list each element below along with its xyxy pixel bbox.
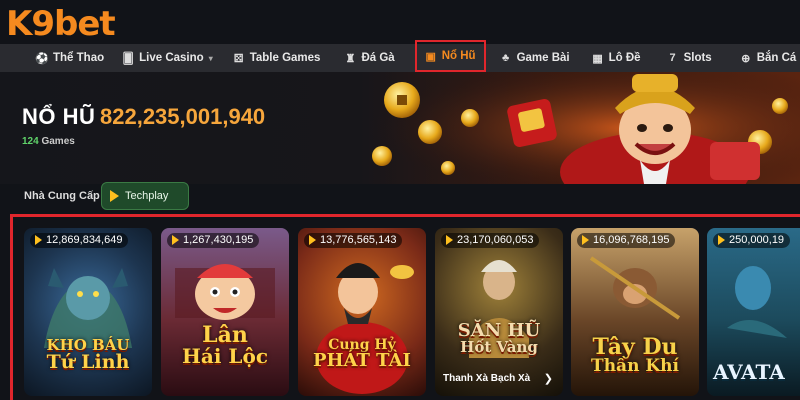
nav-item-label: Live Casino bbox=[139, 52, 204, 64]
game-title-line2: Hái Lộc bbox=[182, 344, 268, 368]
total-jackpot: 822,235,001,940 bbox=[100, 104, 266, 129]
game-title-line2: Hốt Vàng bbox=[460, 338, 538, 356]
nav-item-label: Thể Thao bbox=[53, 52, 105, 64]
header-bar: K9bet bbox=[0, 0, 800, 44]
chevron-down-icon: ▾ bbox=[208, 53, 213, 63]
nav-item-label: Đá Gà bbox=[361, 52, 395, 64]
provider-button-label: Techplay bbox=[125, 190, 169, 202]
game-title-line2: PHÁT TÀI bbox=[313, 350, 411, 371]
game-title: Tây Du Thần Khí bbox=[571, 336, 699, 375]
game-title-line1: Tây Du bbox=[592, 334, 678, 360]
nav-item-label: Lô Đề bbox=[608, 52, 641, 64]
techplay-logo-icon bbox=[110, 190, 119, 202]
nav-item-live-casino[interactable]: 🂠 Live Casino ▾ bbox=[110, 44, 219, 72]
game-title-line2: Tứ Linh bbox=[46, 351, 130, 373]
nav-item-label: Nổ Hũ bbox=[441, 50, 476, 62]
chevron-right-icon[interactable]: ❯ bbox=[544, 372, 553, 385]
warrior-artwork bbox=[469, 260, 529, 358]
games-count-suffix: Games bbox=[41, 136, 75, 147]
crosshair-icon: ⊕ bbox=[741, 52, 751, 65]
provider-techplay-button[interactable]: Techplay bbox=[101, 182, 189, 210]
game-title-line1: AVATA bbox=[713, 360, 785, 384]
soccer-ball-icon: ⚽ bbox=[35, 52, 49, 65]
nav-item-game-bai[interactable]: ♣ Game Bài bbox=[486, 44, 576, 72]
game-card-avatar[interactable]: 250,000,19 AVATA bbox=[707, 228, 800, 396]
game-card-lan-hai-loc[interactable]: 1,267,430,195 Lân Hái Lộc bbox=[161, 228, 289, 396]
games-count-number: 124 bbox=[22, 136, 39, 147]
nav-item-table-games[interactable]: ⚄ Table Games bbox=[219, 44, 327, 72]
game-title: Lân Hái Lộc bbox=[161, 324, 289, 366]
main-nav: ⚽ Thể Thao 🂠 Live Casino ▾ ⚄ Table Games… bbox=[0, 40, 800, 72]
game-subtitle: Thanh Xà Bạch Xà bbox=[443, 373, 531, 384]
game-jackpot-badge: 250,000,19 bbox=[713, 233, 791, 248]
game-card-san-hu-hot-vang[interactable]: 23,170,060,053 SĂN HŨ Hốt Vàng Thanh Xà … bbox=[435, 228, 563, 396]
game-title: AVATA bbox=[707, 362, 800, 382]
game-title: Cung Hỷ PHÁT TÀI bbox=[298, 338, 426, 370]
nav-item-lo-de[interactable]: ▦ Lô Đề bbox=[576, 44, 647, 72]
nav-item-slots[interactable]: 7 Slots bbox=[647, 44, 718, 72]
game-card-tay-du-than-khi[interactable]: 16,096,768,195 Tây Du Thần Khí bbox=[571, 228, 699, 396]
nav-item-ban-ca[interactable]: ⊕ Bắn Cá bbox=[718, 44, 800, 72]
nav-item-label: Slots bbox=[683, 52, 712, 64]
nav-item-label: Table Games bbox=[249, 52, 321, 64]
provider-label: Nhà Cung Cấp bbox=[24, 190, 100, 202]
lottery-icon: ▦ bbox=[592, 52, 603, 65]
brand-logo[interactable]: K9bet bbox=[6, 6, 116, 42]
game-title-line2: Thần Khí bbox=[591, 356, 679, 376]
game-card-cung-hy-phat-tai[interactable]: 13,776,565,143 Cung Hỷ PHÁT TÀI bbox=[298, 228, 426, 396]
nav-item-label: Bắn Cá bbox=[756, 52, 797, 64]
game-jackpot-badge: 23,170,060,053 bbox=[441, 233, 540, 248]
lion-dance-artwork bbox=[175, 264, 275, 320]
nav-item-label: Game Bài bbox=[516, 52, 570, 64]
game-title-line1: Lân bbox=[202, 322, 248, 348]
game-jackpot-badge: 1,267,430,195 bbox=[167, 233, 260, 248]
game-card-kho-bau-tu-linh[interactable]: 12,869,834,649 KHO BÁU Tứ Linh bbox=[24, 228, 152, 396]
jackpot-pot-icon: ▣ bbox=[425, 50, 436, 63]
game-jackpot-badge: 12,869,834,649 bbox=[30, 233, 129, 248]
game-jackpot-badge: 16,096,768,195 bbox=[577, 233, 676, 248]
cards-icon: 🂠 bbox=[122, 52, 134, 65]
nav-item-no-hu[interactable]: ▣ Nổ Hũ bbox=[414, 40, 486, 72]
games-count: 124 Games bbox=[22, 136, 75, 147]
dice-icon: ⚄ bbox=[233, 52, 244, 65]
page-title: NỔ HŨ bbox=[22, 104, 96, 129]
rooster-icon: ♜ bbox=[345, 52, 356, 65]
game-title: SĂN HŨ Hốt Vàng bbox=[435, 322, 563, 355]
club-icon: ♣ bbox=[501, 52, 510, 64]
game-jackpot-badge: 13,776,565,143 bbox=[304, 233, 403, 248]
god-of-wealth-illustration bbox=[370, 72, 800, 184]
nav-item-da-ga[interactable]: ♜ Đá Gà bbox=[326, 44, 400, 72]
nav-item-the-thao[interactable]: ⚽ Thể Thao bbox=[0, 44, 110, 72]
game-title: KHO BÁU Tứ Linh bbox=[24, 338, 152, 372]
seven-icon: 7 bbox=[669, 52, 676, 64]
